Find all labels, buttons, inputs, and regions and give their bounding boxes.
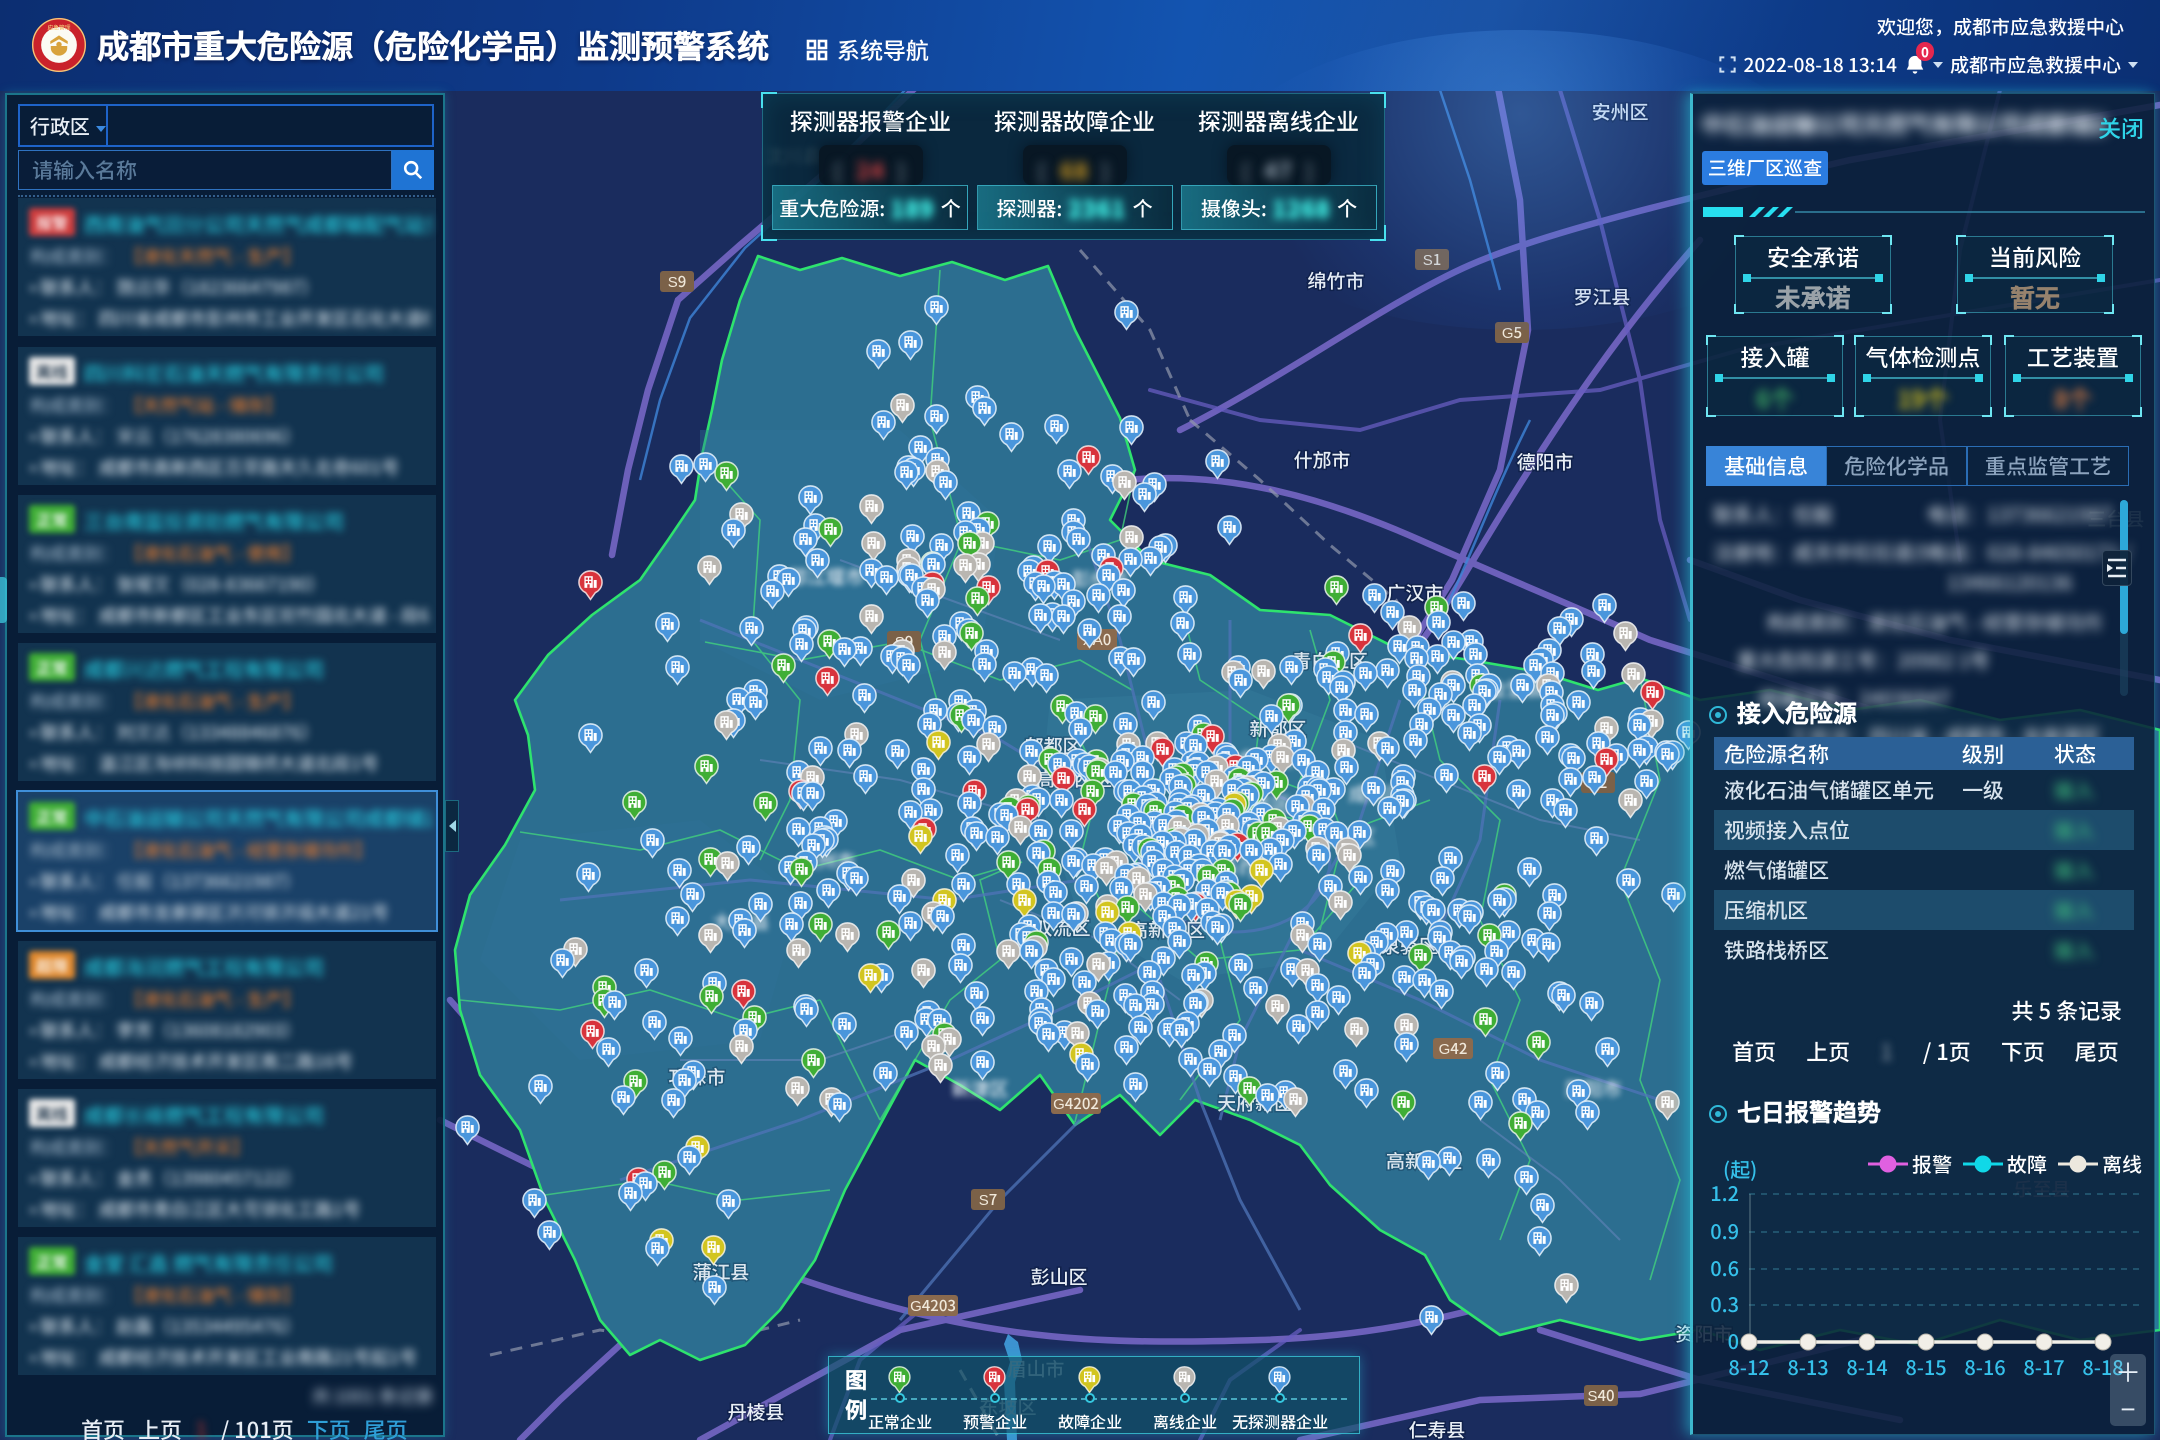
svg-text:0.6: 0.6 [1710,1253,1739,1282]
svg-text:报警: 报警 [1912,1149,1952,1178]
svg-text:S9: S9 [668,271,687,292]
svg-text:8-14: 8-14 [1846,1352,1887,1381]
svg-text:应急管理: 应急管理 [47,23,70,32]
svg-text:什邡市: 什邡市 [1293,446,1350,473]
svg-text:8-17: 8-17 [2023,1352,2064,1381]
svg-text:0.3: 0.3 [1710,1289,1739,1318]
svg-text:G4203: G4203 [910,1295,956,1316]
svg-text:8-16: 8-16 [1964,1352,2005,1381]
svg-text:8-12: 8-12 [1728,1352,1769,1381]
svg-text:0.9: 0.9 [1710,1216,1739,1245]
svg-text:仁寿县: 仁寿县 [1408,1416,1465,1440]
svg-text:离线: 离线 [2102,1149,2142,1178]
svg-text:0: 0 [1728,1326,1739,1355]
svg-text:G42: G42 [1439,1038,1468,1059]
svg-text:德阳市: 德阳市 [1516,448,1573,475]
svg-text:新津区: 新津区 [951,1075,1008,1102]
svg-text:8-13: 8-13 [1787,1352,1828,1381]
svg-text:8-15: 8-15 [1905,1352,1946,1381]
svg-text:1.2: 1.2 [1710,1178,1739,1207]
svg-text:S40: S40 [1587,1385,1614,1406]
svg-text:S7: S7 [979,1189,998,1210]
svg-text:G4202: G4202 [1053,1093,1099,1114]
svg-text:故障: 故障 [2007,1149,2047,1178]
svg-text:彭山区: 彭山区 [1030,1263,1087,1290]
svg-text:丹棱县: 丹棱县 [727,1398,784,1425]
